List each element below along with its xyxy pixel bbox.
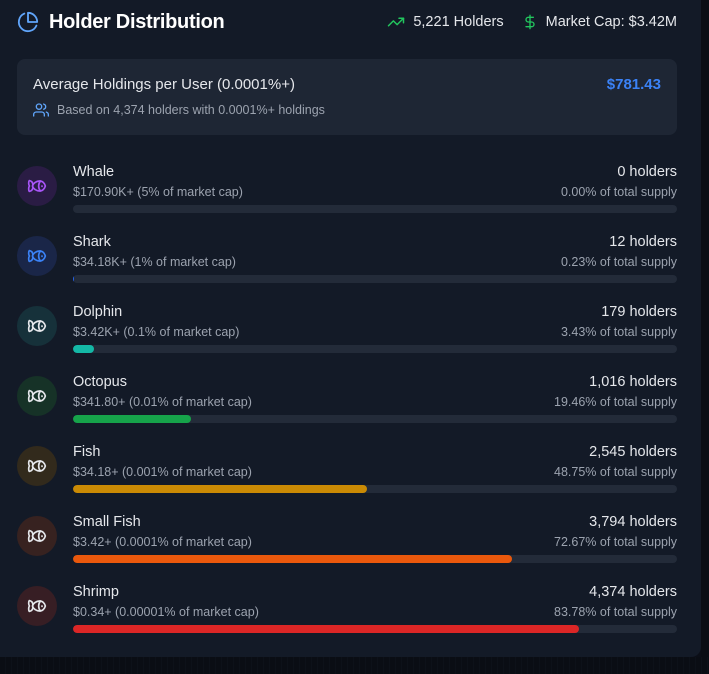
tier-range: $3.42+ (0.0001% of market cap) — [73, 535, 252, 549]
fish-icon — [27, 456, 47, 476]
tier-range: $170.90K+ (5% of market cap) — [73, 185, 243, 199]
tier-progress-track — [73, 275, 677, 283]
panel-header: Holder Distribution 5,221 Holders Market… — [17, 8, 677, 36]
tier-progress-track — [73, 415, 677, 423]
tier-range: $34.18+ (0.001% of market cap) — [73, 465, 252, 479]
holders-count: 5,221 Holders — [413, 14, 504, 30]
tier-holder-count: 3,794 holders — [589, 514, 677, 530]
tier-progress-fill — [73, 415, 191, 423]
tier-supply-percent: 0.00% of total supply — [560, 185, 677, 199]
fish-icon — [27, 316, 47, 336]
dollar-icon — [524, 14, 535, 30]
tier-name: Dolphin — [73, 304, 123, 320]
tier-progress-track — [73, 625, 677, 633]
tier-avatar — [17, 376, 57, 416]
tier-row-dolphin: Dolphin $3.42K+ (0.1% of market cap) 179 h… — [17, 303, 677, 373]
tier-avatar — [17, 306, 57, 346]
average-holdings-card: Average Holdings per User (0.0001%+) $78… — [17, 59, 677, 135]
tier-holder-count: 179 holders — [601, 304, 677, 320]
trending-up-icon — [388, 17, 405, 27]
tier-holder-count: 12 holders — [609, 234, 677, 250]
market-cap-value: Market Cap: $3.42M — [545, 14, 677, 30]
holder-distribution-panel: Holder Distribution 5,221 Holders Market… — [0, 0, 701, 657]
tier-name: Whale — [73, 164, 115, 180]
average-holdings-subtitle-text: Based on 4,374 holders with 0.0001%+ hol… — [57, 103, 325, 117]
header-stats: 5,221 Holders Market Cap: $3.42M — [387, 13, 677, 31]
tier-holder-count: 4,374 holders — [589, 584, 677, 600]
tier-list: Whale $170.90K+ (5% of market cap) 0 holde… — [17, 163, 677, 653]
tier-avatar — [17, 586, 57, 626]
users-icon — [33, 103, 49, 117]
tier-supply-percent: 48.75% of total supply — [554, 465, 677, 479]
tier-row-shrimp: Shrimp $0.34+ (0.00001% of market cap) 4,3… — [17, 583, 677, 653]
average-holdings-title: Average Holdings per User (0.0001%+) — [33, 76, 295, 93]
tier-row-whale: Whale $170.90K+ (5% of market cap) 0 holde… — [17, 163, 677, 233]
tier-row-fish: Fish $34.18+ (0.001% of market cap) 2,545 … — [17, 443, 677, 513]
fish-icon — [27, 526, 47, 546]
tier-holder-count: 0 holders — [617, 164, 677, 180]
tier-progress-fill — [73, 625, 580, 633]
page-title: Holder Distribution — [49, 10, 225, 33]
tier-range: $341.80+ (0.01% of market cap) — [73, 395, 252, 409]
tier-avatar — [17, 236, 57, 276]
tier-progress-track — [73, 555, 677, 563]
tier-avatar — [17, 166, 57, 206]
tier-supply-percent: 0.23% of total supply — [560, 255, 677, 269]
pie-chart-icon — [17, 11, 39, 33]
holders-stat: 5,221 Holders — [387, 13, 504, 31]
tier-progress-track — [73, 345, 677, 353]
tier-supply-percent: 3.43% of total supply — [560, 325, 677, 339]
tier-progress-fill — [73, 275, 75, 283]
tier-supply-percent: 83.78% of total supply — [554, 605, 677, 619]
market-cap-stat: Market Cap: $3.42M — [522, 13, 677, 31]
tier-holder-count: 2,545 holders — [589, 444, 677, 460]
tier-range: $3.42K+ (0.1% of market cap) — [73, 325, 240, 339]
tier-progress-fill — [73, 485, 368, 493]
fish-icon — [27, 596, 47, 616]
average-holdings-value: $781.43 — [606, 76, 661, 93]
tier-progress-track — [73, 485, 677, 493]
tier-row-octopus: Octopus $341.80+ (0.01% of market cap) 1,0… — [17, 373, 677, 443]
tier-holder-count: 1,016 holders — [589, 374, 677, 390]
tier-name: Shark — [73, 234, 111, 250]
tier-name: Shrimp — [73, 584, 119, 600]
tier-row-shark: Shark $34.18K+ (1% of market cap) 12 holde… — [17, 233, 677, 303]
average-holdings-subtitle: Based on 4,374 holders with 0.0001%+ hol… — [33, 102, 325, 118]
tier-progress-fill — [73, 345, 94, 353]
tier-supply-percent: 72.67% of total supply — [554, 535, 677, 549]
page-edge — [701, 0, 709, 657]
tier-range: $34.18K+ (1% of market cap) — [73, 255, 236, 269]
fish-icon — [27, 176, 47, 196]
tier-progress-track — [73, 205, 677, 213]
tier-supply-percent: 19.46% of total supply — [554, 395, 677, 409]
fish-icon — [27, 386, 47, 406]
fish-icon — [27, 246, 47, 266]
tier-name: Small Fish — [73, 514, 141, 530]
tier-row-small-fish: Small Fish $3.42+ (0.0001% of market cap)… — [17, 513, 677, 583]
tier-avatar — [17, 516, 57, 556]
tier-progress-fill — [73, 555, 512, 563]
tier-name: Fish — [73, 444, 101, 460]
tier-range: $0.34+ (0.00001% of market cap) — [73, 605, 259, 619]
page-footer-strip — [0, 657, 709, 674]
tier-name: Octopus — [73, 374, 127, 390]
tier-avatar — [17, 446, 57, 486]
